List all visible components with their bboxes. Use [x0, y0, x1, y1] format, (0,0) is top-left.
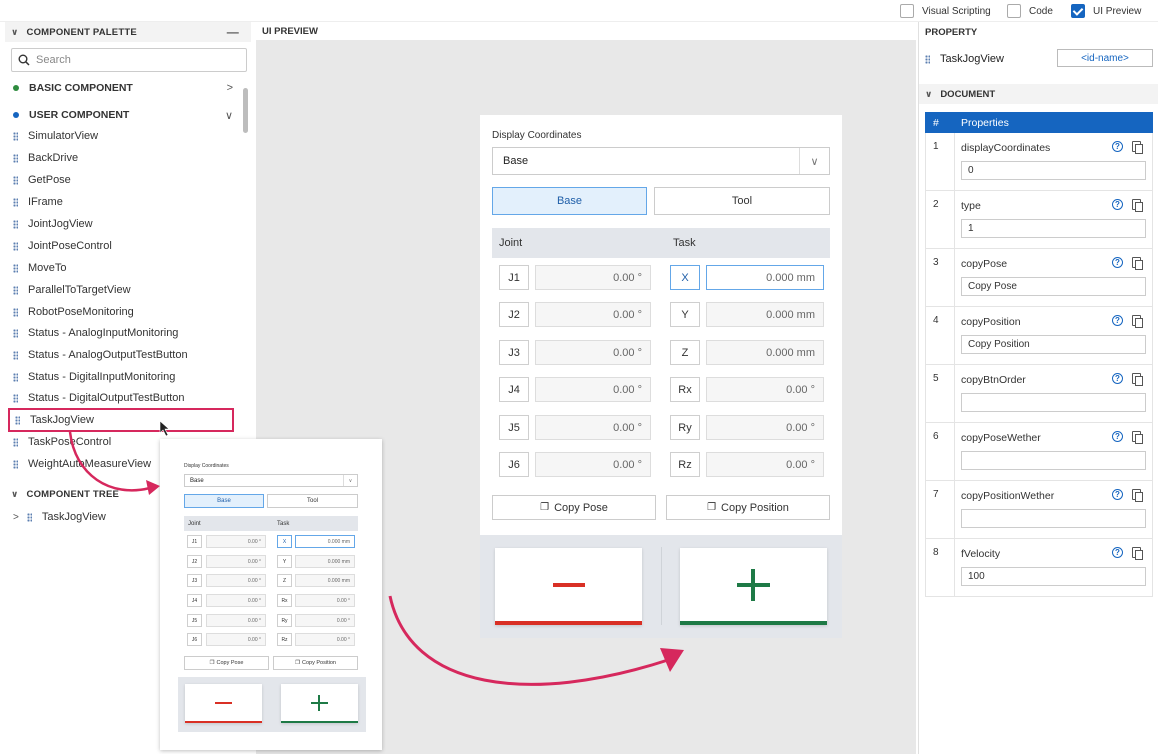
property-value-input[interactable]	[961, 451, 1146, 470]
table-row: 2 type ? 1	[925, 191, 1153, 249]
table-row: 7 copyPositionWether ?	[925, 481, 1153, 539]
copy-icon[interactable]	[1132, 547, 1143, 560]
document-title: DOCUMENT	[940, 88, 996, 100]
property-name: copyPosition	[961, 316, 1021, 328]
help-icon[interactable]: ?	[1112, 547, 1123, 558]
property-value-input[interactable]: 100	[961, 567, 1146, 586]
property-name: displayCoordinates	[961, 142, 1051, 154]
property-value-input[interactable]	[961, 509, 1146, 528]
property-name: type	[961, 200, 981, 212]
drag-arrow-small	[68, 431, 151, 492]
cursor-icon	[159, 420, 170, 437]
help-icon[interactable]: ?	[1112, 489, 1123, 500]
property-value-input[interactable]: Copy Pose	[961, 277, 1146, 296]
row-number: 2	[926, 191, 955, 248]
property-name: copyPoseWether	[961, 432, 1041, 444]
property-value-input[interactable]	[961, 393, 1146, 412]
help-icon[interactable]: ?	[1112, 257, 1123, 268]
table-row: 1 displayCoordinates ? 0	[925, 133, 1153, 191]
property-name: fVelocity	[961, 548, 1001, 560]
property-header: PROPERTY	[919, 22, 1158, 42]
row-number: 5	[926, 365, 955, 422]
row-number: 7	[926, 481, 955, 538]
drag-arrow-large	[388, 595, 669, 686]
copy-icon[interactable]	[1132, 489, 1143, 502]
copy-icon[interactable]	[1132, 199, 1143, 212]
property-name: copyBtnOrder	[961, 374, 1026, 386]
property-title: PROPERTY	[925, 26, 978, 38]
row-number: 3	[926, 249, 955, 306]
properties-column-header: Properties	[961, 116, 1009, 129]
property-name: copyPose	[961, 258, 1008, 270]
property-value-input[interactable]: 0	[961, 161, 1146, 180]
property-value-input[interactable]: 1	[961, 219, 1146, 238]
table-row: 6 copyPoseWether ?	[925, 423, 1153, 481]
id-name-input[interactable]: <id-name>	[1057, 49, 1153, 67]
table-row: 5 copyBtnOrder ?	[925, 365, 1153, 423]
row-number: 6	[926, 423, 955, 480]
help-icon[interactable]: ?	[1112, 199, 1123, 210]
arrowhead-icon	[146, 480, 160, 495]
copy-icon[interactable]	[1132, 141, 1143, 154]
property-name: copyPositionWether	[961, 490, 1055, 502]
table-row: 8 fVelocity ? 100	[925, 539, 1153, 597]
num-column-header: #	[933, 116, 939, 129]
table-row: 4 copyPosition ? Copy Position	[925, 307, 1153, 365]
property-value-input[interactable]: Copy Position	[961, 335, 1146, 354]
property-panel: PROPERTY TaskJogView <id-name> ∨ DOCUMEN…	[918, 22, 1158, 754]
help-icon[interactable]: ?	[1112, 315, 1123, 326]
drag-handle-icon	[925, 54, 930, 64]
copy-icon[interactable]	[1132, 373, 1143, 386]
row-number: 4	[926, 307, 955, 364]
row-number: 1	[926, 133, 955, 190]
component-name-label: TaskJogView	[940, 53, 1004, 65]
table-row: 3 copyPose ? Copy Pose	[925, 249, 1153, 307]
document-header[interactable]: ∨ DOCUMENT	[919, 84, 1158, 104]
copy-icon[interactable]	[1132, 257, 1143, 270]
help-icon[interactable]: ?	[1112, 431, 1123, 442]
component-name: TaskJogView	[925, 52, 1004, 66]
copy-icon[interactable]	[1132, 315, 1143, 328]
copy-icon[interactable]	[1132, 431, 1143, 444]
help-icon[interactable]: ?	[1112, 373, 1123, 384]
help-icon[interactable]: ?	[1112, 141, 1123, 152]
properties-table-header: # Properties	[925, 112, 1153, 133]
chevron-down-icon: ∨	[925, 88, 933, 99]
row-number: 8	[926, 539, 955, 596]
